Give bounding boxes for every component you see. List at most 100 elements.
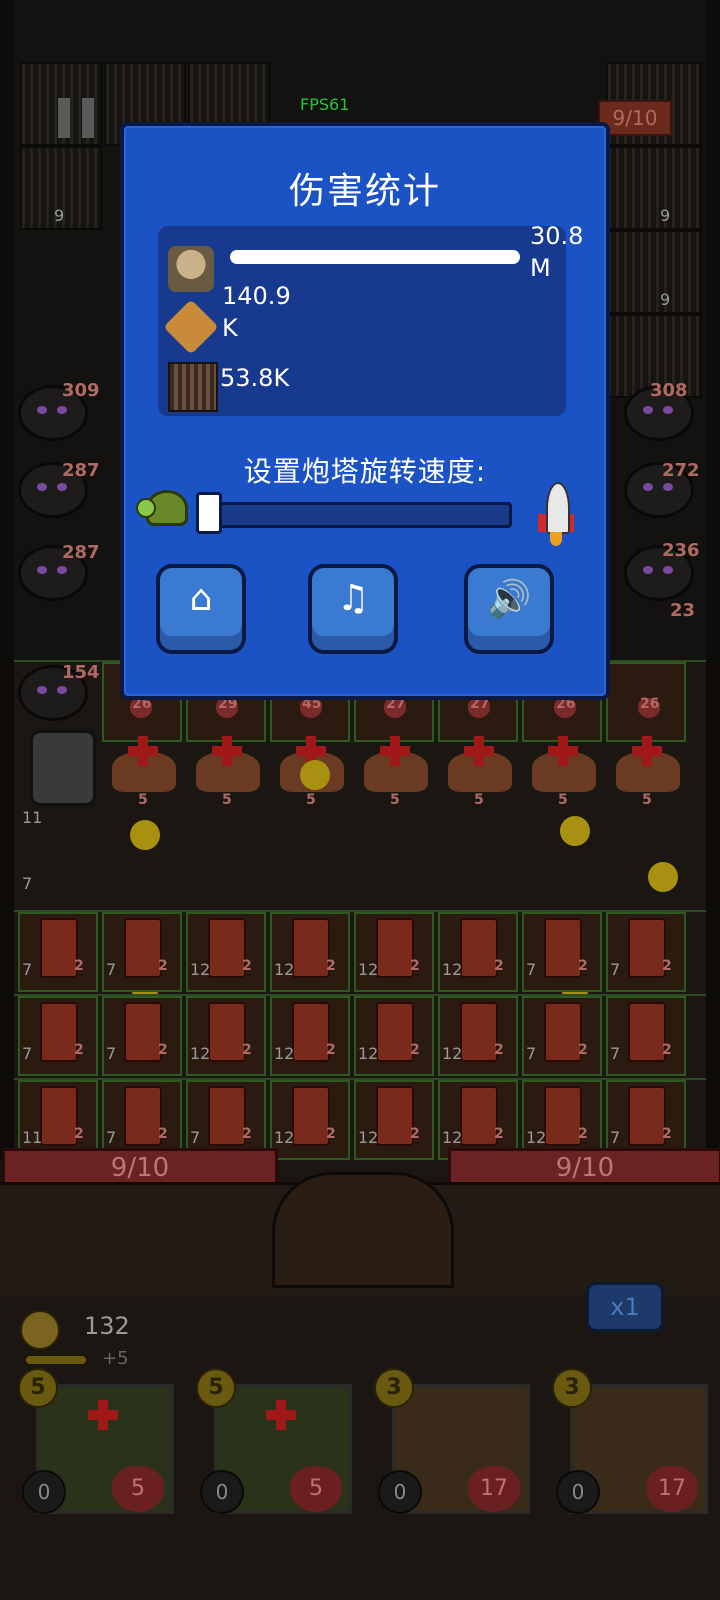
barricade-level: 9	[54, 206, 65, 225]
card-cost: 5	[196, 1368, 236, 1408]
turret-star-level: 2	[578, 1042, 588, 1058]
damage-value-3: 53.8K	[220, 364, 290, 392]
turret-level: 12	[526, 1128, 547, 1147]
spike-barricade	[606, 230, 702, 314]
rotation-speed-slider[interactable]	[204, 502, 512, 528]
spike-barricade	[606, 146, 702, 230]
turret-star-level: 2	[662, 1042, 672, 1058]
healer-level: 5	[474, 792, 484, 808]
speed-multiplier-button[interactable]: x1	[586, 1282, 664, 1332]
red-cross-icon	[128, 736, 158, 766]
turret-star-level: 2	[326, 958, 336, 974]
enemy-hp: 308	[650, 380, 688, 401]
robot-turret-icon	[168, 246, 214, 292]
turret-star-level: 2	[74, 958, 84, 974]
hero-level: 7	[22, 874, 33, 893]
cannon-turret	[544, 918, 582, 978]
sound-button[interactable]: 🔊	[464, 564, 554, 654]
cannon-turret	[460, 1002, 498, 1062]
cannon-turret	[124, 918, 162, 978]
home-button[interactable]: ⌂	[156, 564, 246, 654]
cannon-turret	[460, 1086, 498, 1146]
cannon-turret	[208, 1086, 246, 1146]
card-cost: 3	[374, 1368, 414, 1408]
turret-level: 7	[22, 960, 33, 979]
turtle-icon	[136, 490, 188, 530]
cannon-turret	[376, 918, 414, 978]
turret-level: 12	[190, 960, 211, 979]
turret-level: 7	[190, 1128, 201, 1147]
turret-star-level: 2	[410, 1042, 420, 1058]
hero-robot[interactable]	[30, 730, 96, 806]
cannon-turret	[292, 918, 330, 978]
home-icon: ⌂	[189, 578, 213, 619]
enemy-hp: 236	[662, 540, 700, 561]
spike-barricade-icon	[168, 362, 218, 412]
cannon-turret	[628, 1002, 666, 1062]
right-wall	[706, 0, 720, 1160]
red-cross-icon	[380, 736, 410, 766]
projectile	[130, 820, 160, 850]
cannon-turret	[544, 1002, 582, 1062]
cannon-turret	[376, 1086, 414, 1146]
damage-value-2-line1: 140.9	[222, 282, 291, 310]
turret-star-level: 2	[242, 958, 252, 974]
turret-star-level: 2	[578, 958, 588, 974]
turret-level: 7	[610, 1128, 621, 1147]
turret-star-level: 2	[242, 1126, 252, 1142]
damage-value-1: 30.8 M	[530, 220, 583, 284]
turret-level: 7	[526, 960, 537, 979]
damage-stats-dialog: 伤害统计 30.8 M 140.9 K 53.8K 设置炮塔旋转速度: ⌂ ♫ …	[120, 122, 610, 700]
turret-star-level: 2	[494, 1042, 504, 1058]
turret-level: 12	[358, 1128, 379, 1147]
turret-level: 11	[22, 1128, 43, 1147]
projectile	[300, 760, 330, 790]
card-cost: 3	[552, 1368, 592, 1408]
turret-star-level: 2	[494, 958, 504, 974]
turret-level: 12	[190, 1044, 211, 1063]
projectile	[560, 816, 590, 846]
turret-star-level: 2	[158, 1042, 168, 1058]
turret-level: 12	[442, 960, 463, 979]
slider-thumb[interactable]	[196, 492, 222, 534]
cannon-turret	[292, 1002, 330, 1062]
castle-gate	[272, 1172, 454, 1288]
cannon-turret	[40, 1086, 78, 1146]
enemy-hp: 287	[62, 542, 100, 563]
turret-level: 7	[106, 1044, 117, 1063]
turret-level: 12	[442, 1044, 463, 1063]
turret-star-level: 2	[158, 958, 168, 974]
cannon-turret	[292, 1086, 330, 1146]
turret-star-level: 2	[410, 1126, 420, 1142]
projectile	[648, 862, 678, 892]
red-cross-icon	[88, 1400, 118, 1430]
turret-level: 12	[274, 1128, 295, 1147]
barricade-level: 9	[660, 290, 671, 309]
turret-star-level: 2	[74, 1126, 84, 1142]
coin-amount: 132	[84, 1312, 130, 1340]
turret-star-level: 2	[494, 1126, 504, 1142]
turret-star-level: 2	[158, 1126, 168, 1142]
cannon-turret	[208, 1002, 246, 1062]
cannon-turret	[208, 918, 246, 978]
turret-level: 7	[610, 1044, 621, 1063]
barricade-level: 9	[660, 206, 671, 225]
turret-level: 7	[610, 960, 621, 979]
pause-icon[interactable]	[58, 98, 98, 138]
card-count: 0	[22, 1470, 66, 1514]
music-button[interactable]: ♫	[308, 564, 398, 654]
red-cross-icon	[266, 1400, 296, 1430]
enemy-hp: 309	[62, 380, 100, 401]
enemy-hp: 23	[670, 600, 696, 621]
turret-level: 7	[22, 1044, 33, 1063]
coin-progress	[26, 1356, 86, 1364]
dialog-title: 伤害统计	[288, 171, 441, 212]
cannon-turret	[376, 1002, 414, 1062]
turret-level: 7	[106, 1128, 117, 1147]
card-hp: 5	[290, 1466, 342, 1512]
coin-income: +5	[102, 1348, 129, 1369]
turret-star-level: 2	[662, 958, 672, 974]
red-cross-icon	[548, 736, 578, 766]
turret-level: 7	[106, 960, 117, 979]
cannon-turret	[628, 1086, 666, 1146]
